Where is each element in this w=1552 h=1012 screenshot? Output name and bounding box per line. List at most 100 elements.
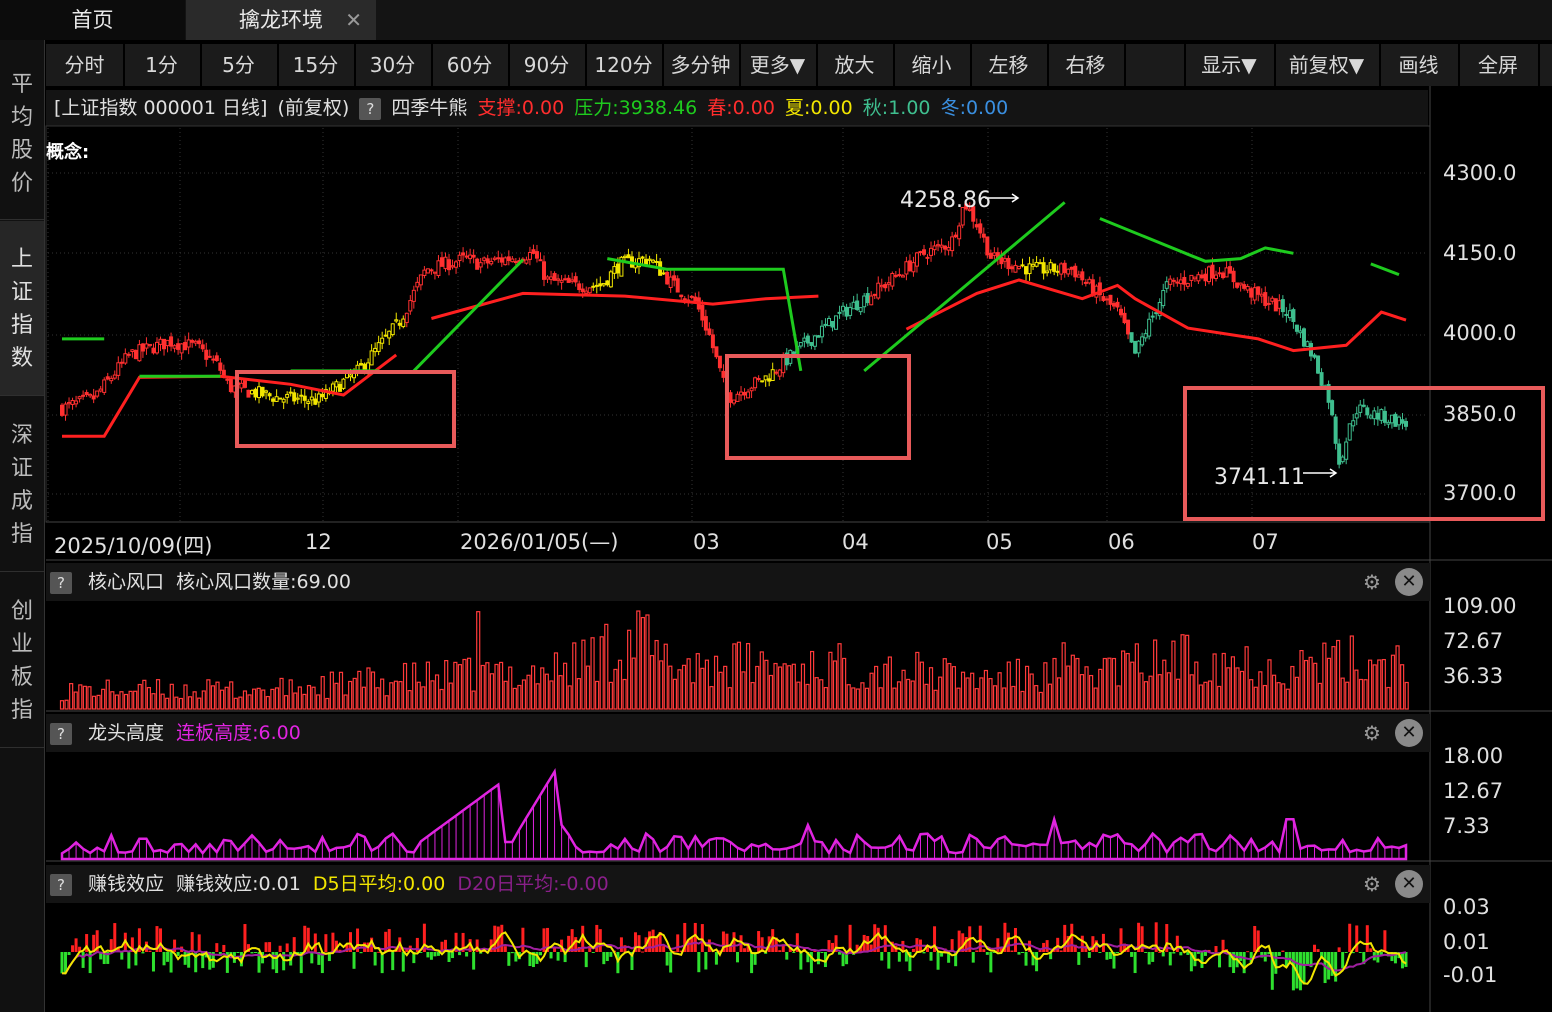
profit-effect-bar [426,952,430,958]
core-wind-bar [1052,657,1057,710]
panel-value: 赚钱效应:0.01 [176,873,301,895]
close-icon[interactable]: ✕ [1395,568,1423,596]
candle-body [703,316,708,331]
candle-body [1263,292,1268,306]
candle-body [1090,279,1095,296]
kline-chart[interactable] [0,0,1552,1012]
core-wind-bar [1207,680,1213,710]
candle-body [1006,257,1011,270]
candle-body [443,256,448,270]
candle-body [714,346,719,358]
candle-body [359,363,364,366]
candle-body [1266,302,1271,305]
profit-effect-bar [71,945,75,952]
profit-effect-bar [971,952,975,963]
core-wind-bar [855,688,860,710]
profit-effect-bar [1313,944,1317,952]
d5-average: D5日平均:0.00 [312,873,446,895]
profit-effect-bar [1305,952,1309,966]
profit-effect-bar [799,952,803,970]
core-wind-bar [242,690,248,710]
core-wind-bar [1372,664,1377,710]
candle-body [1354,413,1359,419]
candle-body [362,363,367,371]
candle-body [63,403,68,416]
core-wind-bar [576,678,581,710]
candle-body [214,355,219,362]
core-wind-bar [1084,666,1089,710]
core-wind-bar [270,688,275,710]
core-wind-bar [956,687,961,710]
core-wind-bar [727,687,732,710]
panel-title: 龙头高度 [88,722,165,744]
profit-effect-bar [1253,925,1257,952]
profit-effect-bar [176,952,180,956]
core-wind-bar [782,663,787,710]
core-wind-bar [1212,653,1217,710]
core-wind-bar [649,654,655,710]
core-wind-bar [1290,665,1295,710]
profit-effect-bar [700,924,704,952]
candle-body [858,307,863,313]
core-wind-bar [617,659,623,710]
candle-body [1404,421,1408,427]
core-wind-bar [279,677,284,710]
candle-body [1287,310,1292,319]
candle-body [1351,420,1356,427]
candle-body [1231,270,1236,283]
candle-body [513,261,518,264]
candle-body [302,395,307,401]
candle-body [1347,423,1352,441]
core-wind-bar [837,643,842,710]
close-icon[interactable]: ✕ [1395,719,1423,747]
profit-effect-bar [655,936,659,952]
close-icon[interactable]: ✕ [1395,870,1423,898]
help-icon[interactable]: ? [50,571,72,594]
candle-body [154,341,159,354]
candle-body [74,400,79,405]
candle-body [1224,267,1229,278]
core-wind-bar [1171,640,1176,710]
candle-body [1034,261,1039,267]
candle-body [1298,330,1303,334]
profit-effect-bar [159,928,163,952]
candle-body [1393,413,1398,427]
candle-body [394,319,399,322]
candle-body [626,254,631,259]
candle-body [805,335,810,344]
gear-icon[interactable]: ⚙ [1358,719,1386,747]
core-wind-bar [965,677,970,710]
candle-body [373,347,378,353]
gear-icon[interactable]: ⚙ [1358,870,1386,898]
candle-body [496,257,501,260]
profit-effect-bar [1302,952,1306,985]
date-label: 2025/10/09(四) [54,534,213,558]
candle-body [605,280,610,286]
candle-body [563,278,568,281]
candle-body [1386,421,1391,425]
support-line [62,278,1407,438]
core-wind-bar [375,687,380,710]
candle-body [524,259,529,264]
profit-effect-bar [1281,950,1285,952]
core-wind-bar [1253,686,1258,710]
core-wind-bar [622,678,627,710]
profit-effect-bar [1105,952,1109,960]
y-tick: 72.67 [1443,629,1504,653]
candle-body [1203,273,1208,282]
candle-body [1199,274,1204,279]
candle-body [1168,278,1173,285]
core-wind-bar [393,680,398,710]
core-wind-bar [380,678,385,710]
candle-body [545,276,550,280]
candle-body [1140,336,1145,346]
candle-body [1217,272,1222,275]
candle-body [837,311,842,314]
help-icon[interactable]: ? [50,873,72,896]
date-label: 03 [693,530,720,554]
core-wind-bar [924,683,929,710]
candle-body [341,378,346,389]
help-icon[interactable]: ? [50,722,72,745]
candle-body [1235,282,1240,288]
gear-icon[interactable]: ⚙ [1358,568,1386,596]
